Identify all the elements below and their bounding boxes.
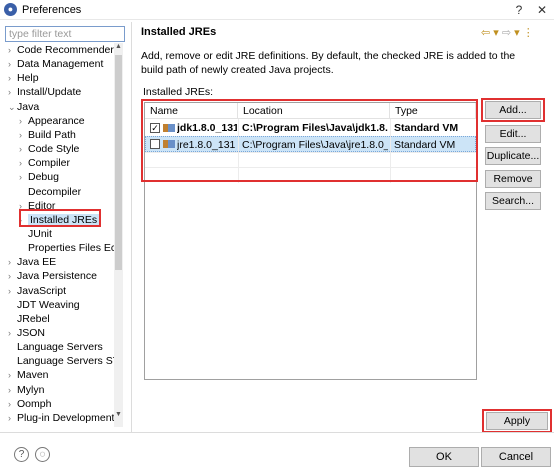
tree-item[interactable]: › Java Persistence — [8, 269, 97, 283]
chevron-right-icon[interactable]: › — [19, 156, 28, 170]
chevron-right-icon[interactable]: › — [19, 114, 28, 128]
tree-item-label: Decompiler — [28, 185, 82, 198]
tree-item-label: Mylyn — [17, 383, 45, 396]
tree-item-label: Maven — [17, 369, 49, 382]
chevron-down-icon[interactable]: ⌄ — [8, 100, 17, 114]
tree-item-label: Data Management — [17, 58, 104, 71]
window-title: Preferences — [22, 4, 82, 16]
preferences-icon: ● — [4, 3, 17, 16]
chevron-right-icon[interactable]: › — [8, 255, 17, 269]
tree-item-label: Language Servers — [17, 341, 103, 354]
tree-item[interactable]: Properties Files Ec — [19, 241, 115, 255]
help-icon[interactable]: ? — [14, 447, 29, 462]
tree-item-label: Compiler — [28, 157, 71, 170]
chevron-right-icon[interactable]: › — [19, 142, 28, 156]
tree-item-label: Java EE — [17, 256, 57, 269]
chevron-right-icon[interactable]: › — [19, 128, 28, 142]
tree-item[interactable]: Language Servers — [8, 340, 103, 354]
page-description: Add, remove or edit JRE definitions. By … — [141, 50, 516, 76]
duplicate-button[interactable]: Duplicate... — [485, 147, 541, 165]
chevron-right-icon[interactable]: › — [8, 43, 17, 57]
tree-item[interactable]: › Code Style — [19, 142, 79, 156]
scroll-down-icon[interactable]: ▼ — [115, 411, 122, 418]
tree-item[interactable]: › JavaScript — [8, 284, 66, 298]
tree-item-label: Language Servers STS — [17, 355, 115, 368]
tree-item[interactable]: › Help — [8, 71, 39, 85]
preferences-link-icon[interactable]: ◌ — [35, 447, 50, 462]
page-title: Installed JREs — [141, 26, 217, 38]
chevron-right-icon[interactable]: › — [8, 383, 17, 397]
chevron-right-icon[interactable]: › — [8, 411, 17, 425]
back-arrow-icon[interactable]: ⇦ — [481, 27, 490, 39]
chevron-right-icon[interactable]: › — [8, 269, 17, 283]
tree-item-label: JUnit — [28, 227, 52, 240]
tree-item-label: JRebel — [17, 312, 50, 325]
tree-item[interactable]: › Appearance — [19, 114, 85, 128]
tree-item-label: Code Recommenders — [17, 44, 115, 56]
remove-button[interactable]: Remove — [485, 170, 541, 188]
tree-item[interactable]: › Data Management — [8, 57, 103, 71]
add-button-highlight — [481, 98, 545, 122]
footer-separator — [0, 432, 554, 433]
chevron-right-icon[interactable]: › — [19, 170, 28, 184]
tree-item-label: Oomph — [17, 397, 52, 410]
chevron-right-icon[interactable]: › — [8, 397, 17, 411]
tree-item[interactable]: › JSON — [8, 326, 45, 340]
tree-item-label: Java — [17, 100, 40, 113]
chevron-right-icon[interactable]: › — [8, 326, 17, 340]
tree-item[interactable]: › Debug — [19, 170, 59, 184]
table-highlight — [141, 99, 478, 182]
tree-item[interactable]: › Install/Update — [8, 85, 81, 99]
tree-item[interactable]: › Plug-in Development — [8, 411, 114, 425]
scroll-up-icon[interactable]: ▲ — [115, 43, 122, 50]
tree-scroll-thumb[interactable] — [115, 55, 122, 270]
preferences-tree[interactable]: › Code Recommenders › Data Management › Help ›… — [3, 43, 115, 427]
search-button[interactable]: Search... — [485, 192, 541, 210]
tree-item-label: Build Path — [28, 128, 76, 141]
tree-item-label: JavaScript — [17, 284, 67, 297]
tree-item-label: Plug-in Development — [17, 411, 115, 424]
tree-item-label: JSON — [17, 327, 46, 339]
help-icon[interactable]: ? — [508, 2, 530, 18]
tree-item-label: Java Persistence — [17, 270, 97, 283]
tree-item-label: JDT Weaving — [17, 298, 80, 311]
tree-item[interactable]: Decompiler — [19, 185, 81, 199]
tree-item-label: Debug — [28, 171, 59, 184]
tree-item[interactable]: › Build Path — [19, 128, 76, 142]
chevron-right-icon[interactable]: › — [8, 71, 17, 85]
tree-item-label: Code Style — [28, 143, 80, 156]
tree-item[interactable]: Language Servers STS — [8, 354, 115, 368]
title-bar: ● Preferences ? ✕ — [0, 0, 554, 20]
chevron-right-icon[interactable]: › — [8, 368, 17, 382]
tree-item-label: Appearance — [28, 114, 85, 127]
tree-item[interactable]: › Code Recommenders — [8, 43, 115, 57]
tree-item[interactable]: › Oomph — [8, 397, 51, 411]
chevron-right-icon[interactable]: › — [8, 284, 17, 298]
edit-button[interactable]: Edit... — [485, 125, 541, 143]
chevron-right-icon[interactable]: › — [8, 85, 17, 99]
ok-button[interactable]: OK — [409, 447, 479, 467]
tree-item-label: Install/Update — [17, 86, 82, 99]
chevron-right-icon[interactable]: › — [8, 57, 17, 71]
tree-item[interactable]: › Java EE — [8, 255, 56, 269]
cancel-button[interactable]: Cancel — [481, 447, 551, 467]
table-label: Installed JREs: — [143, 86, 214, 98]
tree-item-label: Help — [17, 72, 39, 85]
tree-item[interactable]: ⌄Java — [8, 100, 39, 114]
close-icon[interactable]: ✕ — [531, 2, 553, 18]
tree-item-label: Properties Files Ec — [28, 242, 115, 255]
tree-item[interactable]: › Compiler — [19, 156, 70, 170]
tree-item[interactable]: JUnit — [19, 227, 52, 241]
tree-item[interactable]: JRebel — [8, 312, 50, 326]
pane-divider — [131, 22, 132, 432]
filter-input[interactable] — [5, 26, 125, 42]
forward-arrow-icon[interactable]: ⇨ — [502, 27, 511, 39]
nav-arrows[interactable]: ⇦ ▾ ⇨ ▾ ⋮ — [481, 26, 534, 39]
tree-item[interactable]: › Maven — [8, 368, 49, 382]
installed-jres-highlight — [19, 209, 101, 227]
tree-item[interactable]: › Mylyn — [8, 383, 44, 397]
tree-item[interactable]: JDT Weaving — [8, 298, 80, 312]
apply-button-highlight — [482, 409, 552, 433]
